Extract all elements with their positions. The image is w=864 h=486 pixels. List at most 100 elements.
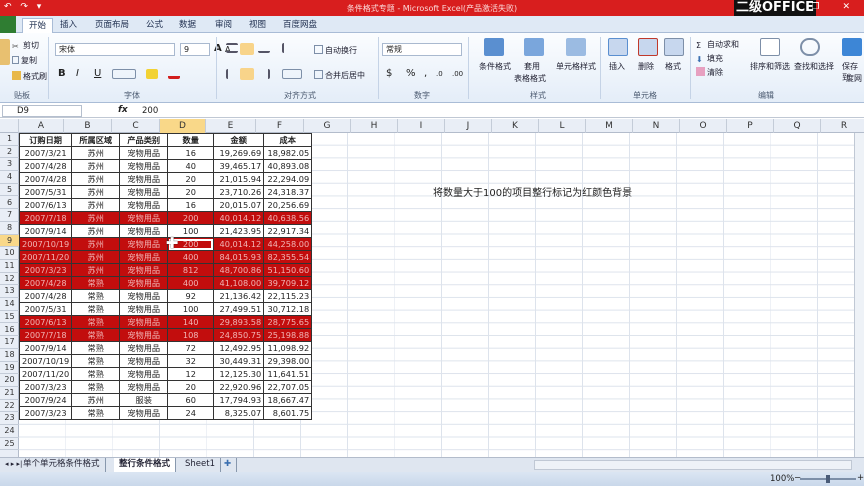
table-cell[interactable]: 108 — [167, 328, 215, 342]
row-header[interactable]: 19 — [0, 362, 19, 375]
table-cell[interactable]: 27,499.51 — [213, 302, 265, 316]
table-cell[interactable]: 39,709.12 — [263, 276, 313, 290]
table-format-button[interactable]: 套用 — [524, 61, 540, 72]
column-header[interactable]: G — [304, 119, 351, 133]
table-cell[interactable]: 宠物用品 — [119, 172, 169, 186]
align-right-icon[interactable] — [258, 69, 270, 79]
table-cell[interactable]: 常熟 — [71, 380, 121, 394]
table-cell[interactable]: 40,638.56 — [263, 211, 313, 225]
table-cell[interactable]: 16 — [167, 198, 215, 212]
table-cell[interactable]: 40,893.08 — [263, 159, 313, 173]
table-cell[interactable]: 苏州 — [71, 172, 121, 186]
comma-button[interactable]: , — [424, 68, 427, 79]
table-cell[interactable]: 2007/9/24 — [19, 393, 73, 407]
font-size-select[interactable]: 9 — [180, 43, 210, 56]
table-cell[interactable]: 2007/7/18 — [19, 211, 73, 225]
table-cell[interactable]: 2007/4/28 — [19, 172, 73, 186]
table-cell[interactable]: 服装 — [119, 393, 169, 407]
table-cell[interactable]: 宠物用品 — [119, 367, 169, 381]
table-cell[interactable]: 39,465.17 — [213, 159, 265, 173]
column-heading-cell[interactable]: 成本 — [263, 133, 313, 147]
select-all-corner[interactable] — [0, 119, 19, 133]
align-top-icon[interactable] — [226, 43, 238, 53]
row-header[interactable]: 11 — [0, 260, 19, 273]
table-cell[interactable]: 72 — [167, 341, 215, 355]
table-cell[interactable]: 140 — [167, 315, 215, 329]
table-cell[interactable]: 宠物用品 — [119, 380, 169, 394]
column-header[interactable]: A — [19, 119, 64, 133]
sheet-tab-whole-row[interactable]: 整行条件格式 — [114, 458, 177, 472]
table-cell[interactable]: 21,136.42 — [213, 289, 265, 303]
table-cell[interactable]: 28,775.65 — [263, 315, 313, 329]
table-cell[interactable]: 苏州 — [71, 211, 121, 225]
autosum-button[interactable]: Σ 自动求和 — [696, 39, 739, 50]
format-painter-button[interactable]: 格式刷 — [12, 71, 47, 82]
tab-formulas[interactable]: 公式 — [146, 18, 163, 33]
fill-color-icon[interactable] — [146, 69, 158, 79]
zoom-in-button[interactable]: + — [857, 473, 864, 483]
row-header[interactable]: 8 — [0, 222, 19, 235]
table-cell[interactable]: 宠物用品 — [119, 276, 169, 290]
table-cell[interactable]: 18,982.05 — [263, 146, 313, 160]
fill-button[interactable]: ⬇ 填充 — [696, 53, 723, 64]
underline-button[interactable]: U — [94, 68, 101, 79]
table-cell[interactable]: 2007/9/14 — [19, 341, 73, 355]
table-cell[interactable]: 17,794.93 — [213, 393, 265, 407]
sheet-tab-single-cell[interactable]: 单个单元格条件格式 — [18, 458, 106, 472]
column-heading-cell[interactable]: 金额 — [213, 133, 265, 147]
table-cell[interactable]: 宠物用品 — [119, 263, 169, 277]
table-cell[interactable]: 常熟 — [71, 367, 121, 381]
fx-icon[interactable]: fx — [118, 105, 128, 115]
column-header[interactable]: D — [160, 119, 206, 133]
table-cell[interactable]: 宠物用品 — [119, 302, 169, 316]
table-cell[interactable]: 宠物用品 — [119, 406, 169, 420]
row-header[interactable]: 13 — [0, 285, 19, 299]
table-cell[interactable]: 苏州 — [71, 263, 121, 277]
sheet-tab-sheet1[interactable]: Sheet1 — [180, 458, 221, 472]
insert-cells-button[interactable]: 插入 — [609, 61, 625, 72]
table-cell[interactable]: 20 — [167, 380, 215, 394]
horizontal-scrollbar[interactable] — [534, 460, 852, 470]
table-cell[interactable]: 苏州 — [71, 237, 121, 251]
table-cell[interactable]: 11,641.51 — [263, 367, 313, 381]
column-header[interactable]: I — [398, 119, 445, 133]
table-cell[interactable]: 30,449.31 — [213, 354, 265, 368]
table-cell[interactable]: 11,098.92 — [263, 341, 313, 355]
column-heading-cell[interactable]: 产品类别 — [119, 133, 169, 147]
table-cell[interactable]: 24,850.75 — [213, 328, 265, 342]
table-cell[interactable]: 常熟 — [71, 315, 121, 329]
font-name-select[interactable]: 宋体 — [55, 43, 175, 56]
table-cell[interactable]: 常熟 — [71, 302, 121, 316]
tab-page-layout[interactable]: 页面布局 — [95, 18, 129, 33]
table-cell[interactable]: 2007/3/21 — [19, 146, 73, 160]
table-cell[interactable]: 24,318.37 — [263, 185, 313, 199]
table-cell[interactable]: 2007/3/23 — [19, 380, 73, 394]
table-cell[interactable]: 25,198.88 — [263, 328, 313, 342]
table-cell[interactable]: 宠物用品 — [119, 328, 169, 342]
column-header[interactable]: M — [586, 119, 633, 133]
table-cell[interactable]: 2007/6/13 — [19, 315, 73, 329]
table-cell[interactable]: 宠物用品 — [119, 159, 169, 173]
row-header[interactable]: 22 — [0, 400, 19, 413]
table-cell[interactable]: 2007/10/19 — [19, 237, 73, 251]
row-header[interactable]: 25 — [0, 438, 19, 451]
row-header[interactable]: 2 — [0, 146, 19, 159]
tab-view[interactable]: 视图 — [249, 18, 266, 33]
table-cell[interactable]: 常熟 — [71, 328, 121, 342]
table-cell[interactable]: 宠物用品 — [119, 185, 169, 199]
table-cell[interactable]: 22,920.96 — [213, 380, 265, 394]
table-cell[interactable]: 2007/6/13 — [19, 198, 73, 212]
table-cell[interactable]: 宠物用品 — [119, 289, 169, 303]
row-header[interactable]: 6 — [0, 197, 19, 210]
increase-decimal-button[interactable]: .0 — [436, 70, 443, 78]
row-header[interactable]: 7 — [0, 209, 19, 222]
table-cell[interactable]: 宠物用品 — [119, 198, 169, 212]
table-cell[interactable]: 22,917.34 — [263, 224, 313, 238]
column-header[interactable]: K — [492, 119, 539, 133]
table-cell[interactable]: 29,893.58 — [213, 315, 265, 329]
table-cell[interactable]: 常熟 — [71, 276, 121, 290]
table-cell[interactable]: 60 — [167, 393, 215, 407]
baidu-save-icon[interactable] — [842, 38, 862, 56]
table-cell[interactable]: 20 — [167, 185, 215, 199]
paste-icon[interactable] — [0, 39, 10, 65]
